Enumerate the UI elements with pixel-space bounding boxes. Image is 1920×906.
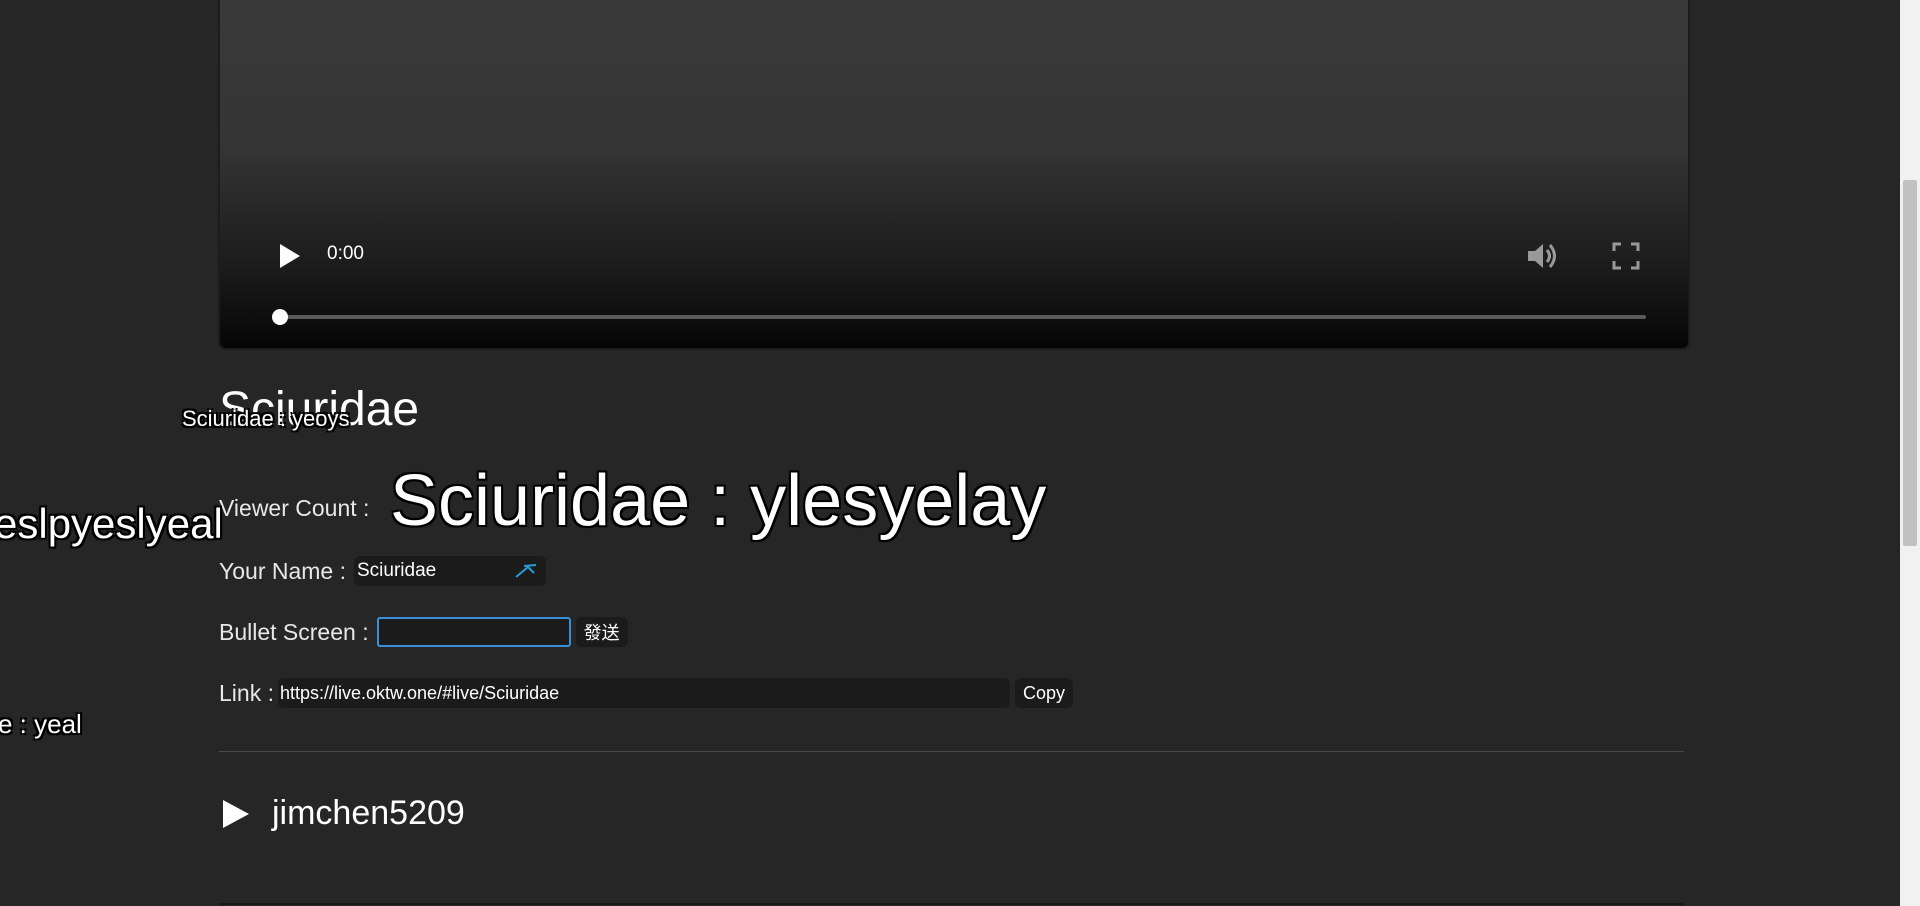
expand-triangle-icon	[223, 799, 249, 828]
progress-thumb[interactable]	[272, 309, 288, 325]
link-value: https://live.oktw.one/#live/Sciuridae	[279, 682, 560, 703]
loading-spinner-icon	[1128, 0, 1188, 12]
video-player[interactable]: 0:00	[220, 0, 1688, 348]
current-time: 0:00	[327, 243, 364, 264]
link-row: Link : https://live.oktw.one/#live/Sciur…	[219, 678, 1074, 708]
stream-title: Sciuridae	[219, 383, 420, 436]
your-name-label: Your Name :	[219, 557, 346, 584]
name-value: Sciuridae	[357, 560, 437, 581]
progress-slider[interactable]	[272, 309, 1646, 325]
stream-item-jimchen5209[interactable]: jimchen5209	[222, 794, 465, 833]
play-icon[interactable]	[274, 240, 304, 272]
vertical-scrollbar[interactable]	[1900, 0, 1920, 906]
divider	[219, 751, 1684, 752]
your-name-row: Your Name : Sciuridae	[219, 556, 546, 586]
page: 0:00 Sciuridae Viewer Count : Your Name …	[0, 0, 1920, 906]
bullet-screen-label: Bullet Screen :	[219, 618, 369, 645]
viewer-count-row: Viewer Count :	[219, 495, 369, 522]
scrollbar-thumb[interactable]	[1903, 180, 1917, 546]
link-field[interactable]: https://live.oktw.one/#live/Sciuridae	[277, 678, 1010, 708]
danmaku-message: Sciuridae : ylesyelay	[390, 461, 1047, 541]
stream-item-label: jimchen5209	[272, 794, 465, 832]
link-label: Link :	[219, 679, 274, 706]
volume-icon[interactable]	[1522, 236, 1562, 276]
danmaku-message: eslpyeslyeal	[0, 500, 223, 547]
name-field[interactable]: Sciuridae	[354, 556, 546, 586]
edit-icon[interactable]	[514, 563, 538, 579]
send-button[interactable]: 發送	[575, 617, 628, 647]
bullet-screen-row: Bullet Screen : 發送	[219, 617, 628, 647]
copy-button[interactable]: Copy	[1014, 678, 1074, 708]
bullet-screen-input[interactable]	[376, 617, 571, 647]
danmaku-message: e : yeal	[0, 709, 82, 739]
fullscreen-icon[interactable]	[1610, 240, 1642, 272]
viewer-count-label: Viewer Count :	[219, 495, 370, 521]
divider-bottom	[219, 903, 1684, 905]
